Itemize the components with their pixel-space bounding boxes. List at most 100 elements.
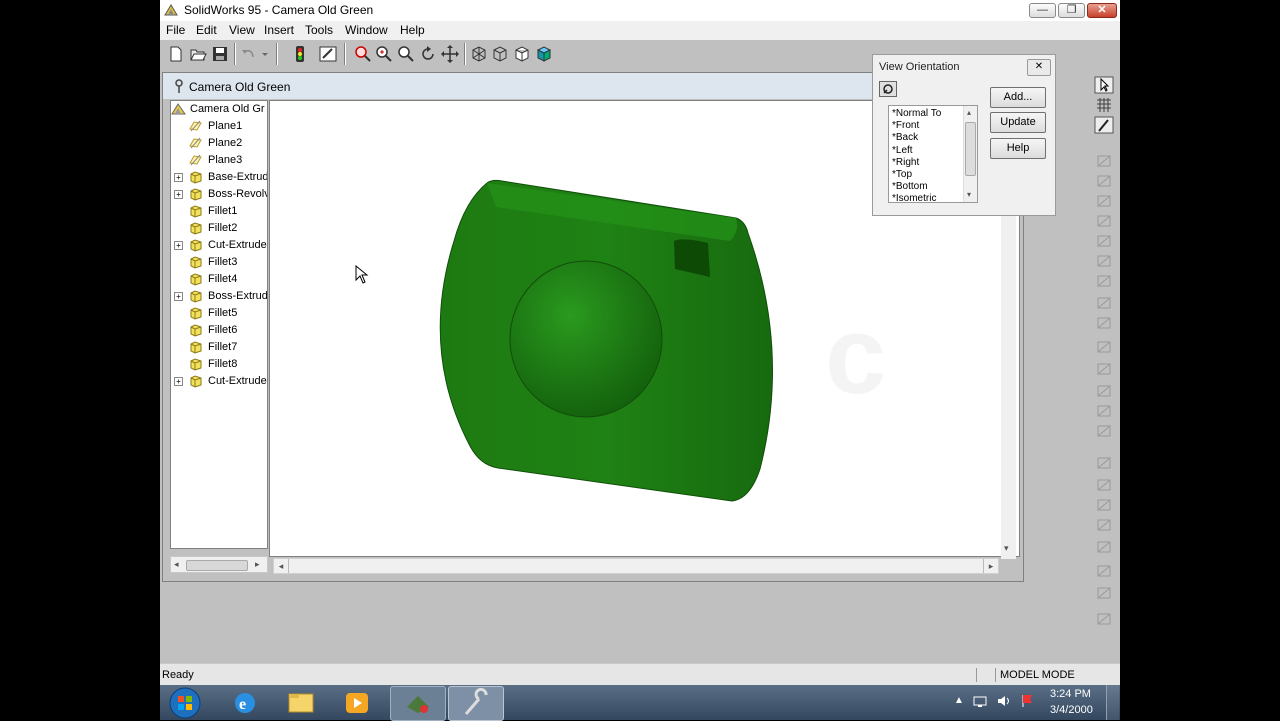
- tree-item[interactable]: Fillet5: [171, 305, 267, 322]
- expand-node-icon[interactable]: +: [174, 190, 183, 199]
- show-hidden-icons-icon[interactable]: ▲: [954, 695, 964, 706]
- pin-dialog-button[interactable]: [879, 81, 897, 97]
- start-orb[interactable]: [168, 686, 202, 720]
- scroll-down-arrow-icon[interactable]: ▾: [967, 190, 971, 199]
- tree-scroll-thumb[interactable]: [186, 560, 248, 571]
- tree-item[interactable]: Fillet3: [171, 254, 267, 271]
- line-icon[interactable]: [1094, 152, 1114, 170]
- construction-icon[interactable]: [1094, 314, 1114, 332]
- pattern-icon[interactable]: [1094, 584, 1114, 602]
- viewport-vertical-scrollbar[interactable]: ▾: [1001, 215, 1016, 559]
- view-list-item[interactable]: *Left: [892, 145, 913, 156]
- trim-icon[interactable]: [1094, 562, 1114, 580]
- offset-icon[interactable]: [1094, 516, 1114, 534]
- tree-item[interactable]: + Boss-Extrud: [171, 288, 267, 305]
- extrude-icon[interactable]: [1094, 338, 1114, 356]
- media-player-icon[interactable]: [330, 686, 384, 719]
- grid-icon[interactable]: [1094, 96, 1114, 114]
- hidden-lines-icon[interactable]: [490, 44, 510, 64]
- fillet-icon[interactable]: [1094, 382, 1114, 400]
- volume-icon[interactable]: [996, 693, 1012, 709]
- menu-view[interactable]: View: [229, 23, 255, 37]
- update-view-button[interactable]: Update: [990, 112, 1046, 133]
- add-view-button[interactable]: Add...: [990, 87, 1046, 108]
- relation-icon[interactable]: [1094, 476, 1114, 494]
- close-button[interactable]: ✕: [1087, 3, 1117, 18]
- revolve-icon[interactable]: [1094, 360, 1114, 378]
- tree-item[interactable]: + Cut-Extrude: [171, 237, 267, 254]
- view-orientation-list[interactable]: ▴ ▾ *Normal To *Front *Back *Left *Right *Top…: [888, 105, 978, 203]
- new-icon[interactable]: [166, 44, 186, 64]
- pan-icon[interactable]: [440, 44, 460, 64]
- mirror-icon[interactable]: [1094, 496, 1114, 514]
- shaded-icon[interactable]: [534, 44, 554, 64]
- centerline-icon[interactable]: [1094, 294, 1114, 312]
- menu-window[interactable]: Window: [345, 23, 388, 37]
- open-icon[interactable]: [188, 44, 208, 64]
- menu-tools[interactable]: Tools: [305, 23, 333, 37]
- scroll-right-arrow-icon[interactable]: ▸: [255, 559, 260, 570]
- tree-item[interactable]: + Boss-Revolv: [171, 186, 267, 203]
- rotate-icon[interactable]: [418, 44, 438, 64]
- scroll-up-arrow-icon[interactable]: ▴: [967, 108, 971, 117]
- view-list-item[interactable]: *Isometric: [892, 193, 936, 202]
- expand-node-icon[interactable]: +: [174, 173, 183, 182]
- view-list-scroll-thumb[interactable]: [965, 122, 976, 176]
- network-icon[interactable]: [972, 693, 988, 709]
- zoom-area-icon[interactable]: [396, 44, 416, 64]
- save-icon[interactable]: [210, 44, 230, 64]
- internet-explorer-icon[interactable]: e: [218, 686, 272, 719]
- dimension-icon[interactable]: [1094, 454, 1114, 472]
- view-list-item[interactable]: *Top: [892, 169, 912, 180]
- tree-item[interactable]: Fillet4: [171, 271, 267, 288]
- scroll-left-arrow-icon[interactable]: ◂: [274, 559, 289, 573]
- convert-icon[interactable]: [1094, 538, 1114, 556]
- zoom-in-icon[interactable]: [374, 44, 394, 64]
- edit-sketch-icon[interactable]: [318, 44, 338, 64]
- sketch-icon[interactable]: [1094, 116, 1114, 134]
- spline-icon[interactable]: [1094, 252, 1114, 270]
- view-list-item[interactable]: *Bottom: [892, 181, 928, 192]
- menu-insert[interactable]: Insert: [264, 23, 294, 37]
- show-desktop-button[interactable]: [1106, 685, 1119, 720]
- solidworks-icon[interactable]: [448, 686, 504, 721]
- minimize-button[interactable]: —: [1029, 3, 1056, 18]
- expand-node-icon[interactable]: +: [174, 241, 183, 250]
- select-icon[interactable]: [1094, 76, 1114, 94]
- view-list-item[interactable]: *Back: [892, 132, 918, 143]
- menu-edit[interactable]: Edit: [196, 23, 217, 37]
- menu-file[interactable]: File: [166, 23, 185, 37]
- tree-item[interactable]: Plane3: [171, 152, 267, 169]
- chamfer-icon[interactable]: [1094, 402, 1114, 420]
- undo-icon[interactable]: [238, 44, 258, 64]
- tree-item[interactable]: Fillet8: [171, 356, 267, 373]
- view-list-item[interactable]: *Right: [892, 157, 919, 168]
- zoom-to-fit-icon[interactable]: [353, 44, 373, 64]
- scroll-right-arrow-icon[interactable]: ▸: [983, 559, 998, 573]
- help-button[interactable]: Help: [990, 138, 1046, 159]
- rectangle-icon[interactable]: [1094, 172, 1114, 190]
- tree-item[interactable]: Fillet6: [171, 322, 267, 339]
- view-list-item[interactable]: *Front: [892, 120, 919, 131]
- menu-help[interactable]: Help: [400, 23, 425, 37]
- rebuild-icon[interactable]: [290, 44, 310, 64]
- tree-item[interactable]: Plane2: [171, 135, 267, 152]
- tree-item[interactable]: Fillet1: [171, 203, 267, 220]
- expand-node-icon[interactable]: +: [174, 292, 183, 301]
- file-explorer-icon[interactable]: [274, 686, 328, 719]
- view-orientation-close-button[interactable]: ✕: [1027, 59, 1051, 76]
- tree-item[interactable]: + Base-Extrud: [171, 169, 267, 186]
- camera-app-icon[interactable]: [390, 686, 446, 721]
- expand-node-icon[interactable]: +: [174, 377, 183, 386]
- more-icon[interactable]: [1094, 610, 1114, 628]
- tree-item[interactable]: Plane1: [171, 118, 267, 135]
- scroll-left-arrow-icon[interactable]: ◂: [174, 559, 179, 570]
- viewport-horizontal-scrollbar[interactable]: ◂ ▸: [273, 558, 999, 574]
- maximize-button[interactable]: ❐: [1058, 3, 1085, 18]
- circle-icon[interactable]: [1094, 192, 1114, 210]
- tree-root-part[interactable]: Camera Old Gr: [171, 101, 267, 118]
- scroll-down-arrow-icon[interactable]: ▾: [1004, 543, 1009, 554]
- centerpoint-arc-icon[interactable]: [1094, 232, 1114, 250]
- view-list-scrollbar[interactable]: ▴ ▾: [963, 106, 977, 202]
- tree-horizontal-scrollbar[interactable]: ◂ ▸: [170, 556, 268, 573]
